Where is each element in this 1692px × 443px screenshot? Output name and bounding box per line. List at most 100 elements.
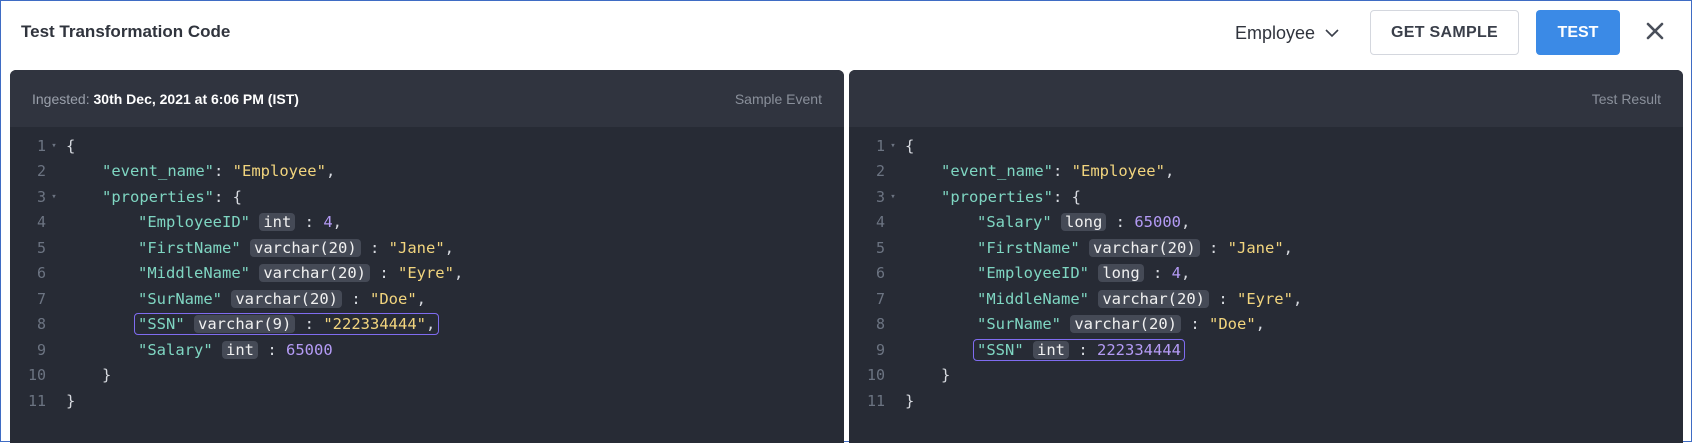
code-content: "EmployeeID" int : 4, (62, 213, 342, 232)
json-string: "Employee" (1071, 162, 1165, 181)
json-punctuation: : (360, 238, 389, 257)
json-key: "MiddleName" (138, 264, 250, 283)
sample-event-label: Sample Event (734, 91, 822, 107)
json-punctuation: : (1181, 315, 1209, 334)
json-punctuation: : (295, 315, 324, 334)
fold-arrow-icon[interactable]: ▾ (46, 141, 62, 151)
json-punctuation: } (941, 366, 951, 385)
json-punctuation: , (426, 315, 436, 334)
json-key: "EmployeeID" (977, 264, 1089, 283)
fold-arrow-icon[interactable]: ▾ (885, 141, 901, 151)
line-number: 3 (36, 187, 46, 206)
line-number: 9 (875, 340, 885, 359)
json-punctuation: : { (213, 187, 242, 206)
entity-dropdown[interactable]: Employee (1235, 19, 1341, 47)
code-content: "FirstName" varchar(20) : "Jane", (62, 238, 454, 257)
json-string: "Eyre" (397, 264, 454, 283)
json-punctuation: , (453, 264, 464, 283)
json-punctuation: , (444, 238, 454, 257)
line-number: 10 (27, 366, 46, 385)
code-line: 7 "MiddleName" varchar(20) : "Eyre", (849, 286, 1683, 312)
json-punctuation: , (1181, 213, 1191, 232)
line-number: 6 (36, 264, 46, 283)
json-key: "event_name" (941, 162, 1053, 181)
json-number: 65000 (1134, 213, 1181, 232)
json-punctuation: : (258, 340, 286, 359)
json-punctuation: : (1208, 289, 1237, 308)
json-string: "Doe" (1209, 315, 1256, 334)
json-punctuation: , (1283, 238, 1293, 257)
line-number: 8 (875, 315, 885, 334)
modal-header: Test Transformation Code Employee GET SA… (1, 1, 1691, 65)
json-punctuation: : (342, 289, 370, 308)
test-result-panel-header: Test Result (849, 70, 1683, 127)
json-key: "SSN" (138, 315, 185, 334)
json-punctuation: } (102, 366, 112, 385)
code-line: 6 "MiddleName" varchar(20) : "Eyre", (10, 261, 844, 287)
line-number: 5 (875, 238, 885, 257)
code-line: 4 "EmployeeID" int : 4, (10, 210, 844, 236)
sample-event-panel: Ingested: 30th Dec, 2021 at 6:06 PM (IST… (10, 70, 844, 443)
code-content: } (901, 392, 914, 410)
test-button[interactable]: TEST (1536, 10, 1620, 55)
json-punctuation: : (1143, 264, 1172, 283)
line-number: 2 (875, 162, 885, 181)
code-content: "SurName" varchar(20) : "Doe", (62, 289, 427, 308)
json-punctuation: , (1255, 315, 1266, 334)
json-punctuation: , (416, 289, 427, 308)
type-badge: varchar(20) (1098, 289, 1209, 308)
sample-event-panel-header: Ingested: 30th Dec, 2021 at 6:06 PM (IST… (10, 70, 844, 127)
line-number: 1 (875, 136, 885, 155)
code-content: } (62, 366, 111, 384)
type-badge: long (1098, 264, 1144, 283)
json-key: "SSN" (977, 340, 1024, 359)
code-line: 10} (10, 363, 844, 389)
test-result-panel: Test Result 1 ▾{ 2 "event_name": "Employee"… (849, 70, 1683, 443)
line-number: 8 (36, 315, 46, 334)
code-content: } (62, 392, 75, 410)
json-key: "event_name" (102, 162, 214, 181)
json-string: "Doe" (370, 289, 417, 308)
type-badge: varchar(20) (1070, 315, 1181, 334)
line-number: 3 (875, 187, 885, 206)
code-content: "EmployeeID" long : 4, (901, 264, 1191, 283)
sample-event-code-editor[interactable]: 1 ▾{2 "event_name": "Employee", 3 ▾ "properti… (10, 133, 844, 414)
json-key: "properties" (102, 187, 214, 206)
test-result-code-editor[interactable]: 1 ▾{2 "event_name": "Employee", 3 ▾ "properti… (849, 133, 1683, 414)
test-result-label: Test Result (1591, 91, 1661, 107)
code-line: 1 ▾ { (849, 133, 1683, 159)
json-punctuation: , (1292, 289, 1303, 308)
code-line: 2 "event_name": "Employee", (10, 159, 844, 185)
json-punctuation: } (905, 391, 915, 410)
chevron-down-icon (1325, 29, 1339, 38)
json-punctuation: , (1181, 264, 1191, 283)
json-punctuation: , (1164, 162, 1175, 181)
json-string: "Eyre" (1236, 289, 1293, 308)
type-badge: int (259, 213, 296, 232)
close-icon[interactable] (1643, 19, 1667, 43)
type-badge: varchar(20) (259, 264, 370, 283)
json-number: 4 (1171, 264, 1181, 283)
json-string: "222334444" (323, 315, 426, 334)
type-badge: varchar(9) (194, 315, 296, 334)
fold-arrow-icon[interactable]: ▾ (885, 192, 901, 202)
code-content: "MiddleName" varchar(20) : "Eyre", (901, 289, 1303, 308)
type-badge: int (222, 340, 258, 359)
json-number: 4 (323, 213, 333, 232)
get-sample-button[interactable]: GET SAMPLE (1370, 10, 1519, 55)
fold-arrow-icon[interactable]: ▾ (46, 192, 62, 202)
json-punctuation: : (1106, 213, 1135, 232)
code-line: 5 "FirstName" varchar(20) : "Jane", (849, 235, 1683, 261)
line-number: 4 (36, 213, 46, 232)
json-key: "SurName" (977, 315, 1061, 334)
ingested-label: Ingested: (32, 91, 90, 107)
code-content: { (62, 137, 75, 155)
json-key: "SurName" (138, 289, 222, 308)
type-badge: varchar(20) (250, 238, 361, 257)
modal-window: Test Transformation Code Employee GET SA… (0, 0, 1692, 443)
code-content: "SurName" varchar(20) : "Doe", (901, 315, 1266, 334)
code-content: "event_name": "Employee", (901, 162, 1174, 180)
code-line: 4 "Salary" long : 65000, (849, 210, 1683, 236)
code-line: 9 "Salary" int : 65000 (10, 337, 844, 363)
code-content: } (901, 366, 950, 384)
